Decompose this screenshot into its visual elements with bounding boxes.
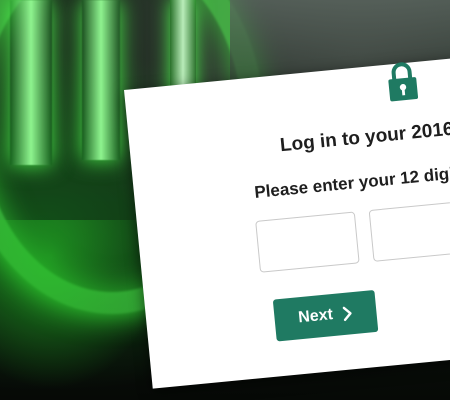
next-button[interactable]: Next — [272, 289, 379, 342]
digit-input-1[interactable] — [255, 211, 360, 273]
chevron-right-icon — [343, 306, 352, 322]
green-glow-bar — [10, 0, 52, 165]
green-glow-bar — [82, 0, 120, 160]
dialog-title: Log in to your 2016 — [279, 118, 450, 157]
login-dialog: Log in to your 2016 Please enter your 12… — [124, 55, 450, 389]
lock-icon — [388, 62, 419, 102]
digit-input-2[interactable] — [368, 200, 450, 262]
next-button-label: Next — [297, 306, 334, 327]
background-photo: Log in to your 2016 Please enter your 12… — [0, 0, 450, 400]
dialog-instruction: Please enter your 12 digit — [253, 163, 450, 202]
